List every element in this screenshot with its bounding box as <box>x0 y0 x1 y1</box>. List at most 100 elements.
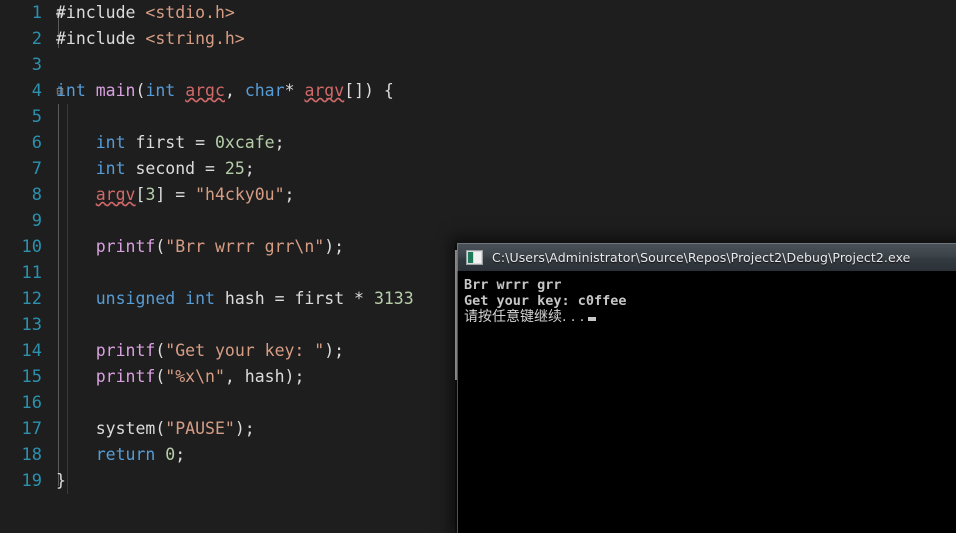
line-number: 17 <box>21 419 42 439</box>
code-text: int main(int argc, char* argv[]) { <box>56 78 394 104</box>
console-line: Get your key: c0ffee <box>464 293 956 309</box>
code-token-punct: , <box>224 81 245 100</box>
line-number: 1 <box>31 3 42 23</box>
code-token-punct: ( <box>155 237 166 256</box>
code-text: printf("Brr wrrr grr\n"); <box>56 234 344 260</box>
code-token-punct: ); <box>234 419 255 438</box>
line-number: 15 <box>21 367 42 387</box>
line-number: 2 <box>31 29 42 49</box>
code-token-punct: ); <box>324 341 345 360</box>
code-token-fn: printf <box>95 237 156 256</box>
code-token-num: 25 <box>224 159 245 178</box>
code-token-num: 3133 <box>373 289 414 308</box>
line-number: 3 <box>31 55 42 75</box>
console-titlebar[interactable]: C:\Users\Administrator\Source\Repos\Proj… <box>457 243 956 271</box>
code-token-punct: ; <box>175 445 186 464</box>
code-token-num: 0xcafe <box>214 133 275 152</box>
code-token-err: argv <box>95 185 136 204</box>
code-token-punct: , hash); <box>224 367 305 386</box>
code-token-num: 0 <box>165 445 176 464</box>
code-token-punct: ); <box>324 237 345 256</box>
line-number: 4 <box>31 81 42 101</box>
code-token-punct: [ <box>135 185 146 204</box>
code-token-punct: ; <box>284 185 295 204</box>
code-text: #include <string.h> <box>56 26 245 52</box>
code-token-str: <string.h> <box>145 29 245 48</box>
code-token-punct: ( <box>135 81 146 100</box>
code-token-kw: int <box>95 133 126 152</box>
code-line[interactable]: 3 <box>0 52 956 78</box>
console-line-text: 请按任意键继续. . . <box>464 309 585 325</box>
console-output-lines: Brr wrrr grr Get your key: c0ffee 请按任意键继续.… <box>464 277 956 325</box>
line-number: 16 <box>21 393 42 413</box>
code-token-kw: return <box>95 445 156 464</box>
code-token-pp: #include <box>56 29 146 48</box>
code-token-plain: hash = first * <box>214 289 374 308</box>
console-line-text: Get your key: c0ffee <box>464 293 627 309</box>
code-token-plain: system( <box>56 419 166 438</box>
code-token-punct: ( <box>155 341 166 360</box>
line-number: 13 <box>21 315 42 335</box>
line-number: 5 <box>31 107 42 127</box>
line-number: 7 <box>31 159 42 179</box>
code-line[interactable]: 1 ⊟ #include <stdio.h> <box>0 0 956 26</box>
code-token-kw: int <box>185 289 215 308</box>
screen-root: 1 ⊟ #include <stdio.h> 2 #include <string.h>… <box>0 0 956 533</box>
console-output-area[interactable]: Brr wrrr grr Get your key: c0ffee 请按任意键继续.… <box>457 271 956 533</box>
code-token-punct: []) { <box>344 81 394 100</box>
console-line: 请按任意键继续. . . <box>464 309 956 325</box>
code-text: argv[3] = "h4cky0u"; <box>56 182 295 208</box>
code-line[interactable]: 7 int second = 25; <box>0 156 956 182</box>
line-number: 8 <box>31 185 42 205</box>
console-window-icon <box>466 250 483 265</box>
code-token-err: argv <box>304 81 345 100</box>
code-text: printf("%x\n", hash); <box>56 364 305 390</box>
code-token-kw: int <box>95 159 126 178</box>
code-token-punct: } <box>56 471 66 490</box>
line-number: 9 <box>31 211 42 231</box>
line-number: 11 <box>21 263 42 283</box>
code-token-str: "PAUSE" <box>165 419 235 438</box>
code-text: unsigned int hash = first * 3133 <box>56 286 414 312</box>
code-line[interactable]: 8 argv[3] = "h4cky0u"; <box>0 182 956 208</box>
line-number: 18 <box>21 445 42 465</box>
code-token-fn: printf <box>95 367 156 386</box>
code-text: #include <stdio.h> <box>56 0 235 26</box>
code-text: return 0; <box>56 442 185 468</box>
code-line[interactable]: 6 int first = 0xcafe; <box>0 130 956 156</box>
code-token-kw: int <box>56 81 86 100</box>
code-line[interactable]: 5 <box>0 104 956 130</box>
line-number: 10 <box>21 237 42 257</box>
code-token-kw: unsigned <box>95 289 176 308</box>
code-line[interactable]: 4 ⊟ int main(int argc, char* argv[]) { <box>0 78 956 104</box>
code-token-fn: main <box>95 81 136 100</box>
console-cursor <box>588 317 597 321</box>
code-line[interactable]: 2 #include <string.h> <box>0 26 956 52</box>
code-token-plain: first = <box>125 133 215 152</box>
code-token-plain: second = <box>125 159 225 178</box>
code-token-str: "h4cky0u" <box>195 185 285 204</box>
console-window[interactable]: C:\Users\Administrator\Source\Repos\Proj… <box>457 243 956 533</box>
code-line[interactable]: 9 <box>0 208 956 234</box>
code-token-punct: ] = <box>155 185 196 204</box>
line-number: 12 <box>21 289 42 309</box>
code-token-kw: int <box>145 81 176 100</box>
code-text: int second = 25; <box>56 156 255 182</box>
line-number: 19 <box>21 471 42 491</box>
line-number: 6 <box>31 133 42 153</box>
code-token-str: "Brr wrrr grr\n" <box>165 237 325 256</box>
code-token-str: "%x\n" <box>165 367 225 386</box>
code-token-kw: char <box>244 81 285 100</box>
console-line: Brr wrrr grr <box>464 277 956 293</box>
code-token-punct: * <box>284 81 305 100</box>
console-title-text: C:\Users\Administrator\Source\Repos\Proj… <box>492 250 911 265</box>
